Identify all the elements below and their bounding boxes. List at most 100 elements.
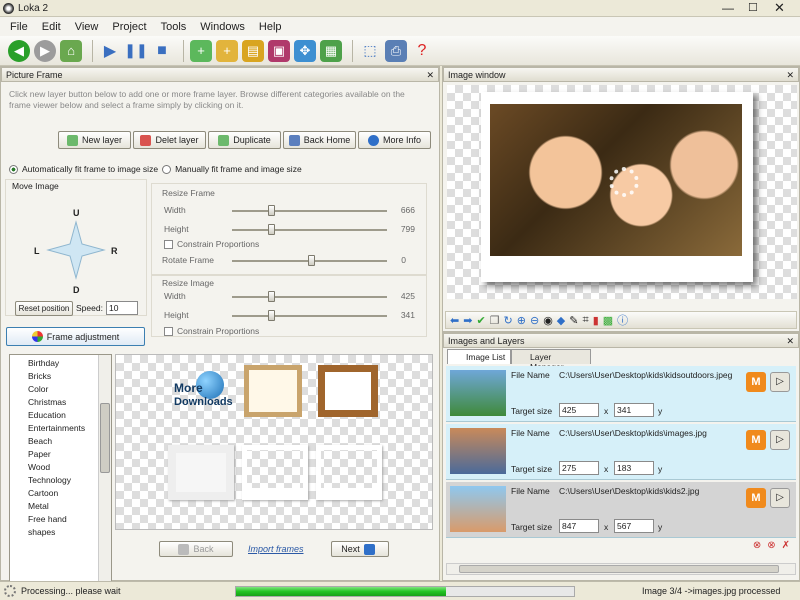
resize-icon[interactable]: ✥ <box>294 39 316 62</box>
image-row[interactable]: File Name C:\Users\User\Desktop\kids\kid… <box>446 366 796 422</box>
target-width-input[interactable]: 425 <box>559 403 599 417</box>
picture-icon[interactable]: ▦ <box>320 39 342 62</box>
import-frames-link[interactable]: Import frames <box>248 544 304 554</box>
eye-icon[interactable]: ◉ <box>543 314 553 327</box>
select-dropdown-icon[interactable]: ⬚ <box>359 40 381 62</box>
open-folder-icon[interactable]: ▤ <box>242 39 264 62</box>
image-constrain-checkbox[interactable]: Constrain Proportions <box>164 326 259 337</box>
category-item[interactable]: Education <box>10 409 111 422</box>
frame-height-thumb[interactable] <box>268 224 275 235</box>
play-layer-icon[interactable]: ▷ <box>770 372 790 392</box>
fit-auto-radio[interactable] <box>9 164 18 174</box>
zoom-out-icon[interactable]: ⊖ <box>530 314 539 327</box>
menu-view[interactable]: View <box>75 21 99 33</box>
printer-icon[interactable]: ⎙ <box>385 39 407 62</box>
category-scrollbar[interactable] <box>98 355 111 596</box>
brush-icon[interactable]: ✎ <box>569 314 578 327</box>
back-home-button[interactable]: Back Home <box>283 131 356 149</box>
image-row[interactable]: File Name C:\Users\User\Desktop\kids\kid… <box>446 482 796 538</box>
new-layer-button[interactable]: New layer <box>58 131 131 149</box>
minimize-button[interactable]: — <box>722 1 734 15</box>
crop-icon[interactable]: ⌗ <box>582 314 588 327</box>
help-icon[interactable]: ? <box>411 40 433 62</box>
target-height-input[interactable]: 567 <box>614 519 654 533</box>
images-hscrollbar[interactable] <box>446 563 796 575</box>
home-icon[interactable]: ⌂ <box>60 39 82 62</box>
category-item[interactable]: Entertainments <box>10 422 111 435</box>
add-folder-icon[interactable]: + <box>216 39 238 62</box>
fill-icon[interactable]: ◆ <box>557 314 565 327</box>
menu-windows[interactable]: Windows <box>200 21 245 33</box>
image-width-thumb[interactable] <box>268 291 275 302</box>
play-layer-icon[interactable]: ▷ <box>770 430 790 450</box>
next-button[interactable]: Next <box>331 541 389 557</box>
maximize-button[interactable]: ☐ <box>748 1 758 14</box>
info-icon[interactable]: ⓘ <box>617 312 628 328</box>
frame-adjustment-button[interactable]: Frame adjustment <box>6 327 145 346</box>
delete-layer-button[interactable]: Delet layer <box>133 131 206 149</box>
target-width-input[interactable]: 275 <box>559 461 599 475</box>
edit-image-icon[interactable]: M <box>746 488 766 508</box>
copy-icon[interactable]: ❐ <box>490 314 500 327</box>
frame-constrain-checkbox[interactable]: Constrain Proportions <box>164 239 259 250</box>
category-item[interactable]: shapes <box>10 526 111 539</box>
image-height-slider[interactable] <box>232 315 387 317</box>
category-item[interactable]: Bricks <box>10 370 111 383</box>
reset-position-button[interactable]: Reset position <box>15 301 73 316</box>
menu-project[interactable]: Project <box>112 21 146 33</box>
category-item[interactable]: Christmas <box>10 396 111 409</box>
category-item[interactable]: Beach <box>10 435 111 448</box>
speed-input[interactable]: 10 <box>106 301 138 315</box>
target-height-input[interactable]: 183 <box>614 461 654 475</box>
frame-width-slider[interactable] <box>232 210 387 212</box>
duplicate-button[interactable]: Duplicate <box>208 131 281 149</box>
play-layer-icon[interactable]: ▷ <box>770 488 790 508</box>
category-item[interactable]: Cartoon <box>10 487 111 500</box>
accept-icon[interactable]: ✔ <box>476 314 485 327</box>
category-item[interactable]: Birthday <box>10 357 111 370</box>
edit-image-icon[interactable]: M <box>746 372 766 392</box>
tab-layer-manager[interactable]: Layer Manager <box>511 349 591 372</box>
play-icon[interactable]: ▶ <box>99 40 121 62</box>
add-image-icon[interactable]: + <box>190 39 212 62</box>
category-item[interactable]: Metal <box>10 500 111 513</box>
image-width-slider[interactable] <box>232 296 387 298</box>
remove-icon[interactable]: ⊗ <box>753 540 761 556</box>
frame-width-thumb[interactable] <box>268 205 275 216</box>
frame-thumb-wood[interactable] <box>318 365 378 417</box>
back-button[interactable]: Back <box>159 541 233 557</box>
rotate-icon[interactable]: ↻ <box>504 314 513 327</box>
menu-file[interactable]: File <box>10 21 28 33</box>
back-arrow-icon[interactable]: ◀ <box>8 39 30 62</box>
category-item[interactable]: Paper <box>10 448 111 461</box>
image-row[interactable]: File Name C:\Users\User\Desktop\kids\ima… <box>446 424 796 480</box>
prev-image-icon[interactable]: ⬅ <box>450 314 459 327</box>
pause-icon[interactable]: ❚❚ <box>124 40 147 62</box>
tab-image-list[interactable]: Image List <box>447 349 511 364</box>
menu-edit[interactable]: Edit <box>42 21 61 33</box>
direction-pad-icon[interactable] <box>46 220 106 280</box>
menu-tools[interactable]: Tools <box>161 21 187 33</box>
menu-help[interactable]: Help <box>259 21 282 33</box>
remove-all-icon[interactable]: ⊗ <box>767 540 775 556</box>
frame-thumb-polaroid-1[interactable] <box>242 445 308 500</box>
rotate-frame-thumb[interactable] <box>308 255 315 266</box>
target-height-input[interactable]: 341 <box>614 403 654 417</box>
category-item[interactable]: Technology <box>10 474 111 487</box>
image-adjust-icon[interactable]: ▩ <box>603 314 613 327</box>
category-item[interactable]: Free hand <box>10 513 111 526</box>
next-image-icon[interactable]: ➡ <box>463 314 472 327</box>
more-info-button[interactable]: More Info <box>358 131 431 149</box>
forward-arrow-icon[interactable]: ▶ <box>34 39 56 62</box>
close-button[interactable]: ✕ <box>774 0 785 16</box>
more-downloads-thumb[interactable]: More Downloads <box>168 371 240 417</box>
frame-thumb-scroll[interactable] <box>244 365 302 417</box>
category-item[interactable]: Wood <box>10 461 111 474</box>
image-height-thumb[interactable] <box>268 310 275 321</box>
edit-image-icon[interactable]: M <box>746 430 766 450</box>
color-icon[interactable]: ▮ <box>593 314 599 327</box>
fit-manual-radio[interactable] <box>162 164 172 174</box>
target-width-input[interactable]: 847 <box>559 519 599 533</box>
frame-thumb-taped[interactable] <box>168 445 234 500</box>
category-item[interactable]: Color <box>10 383 111 396</box>
